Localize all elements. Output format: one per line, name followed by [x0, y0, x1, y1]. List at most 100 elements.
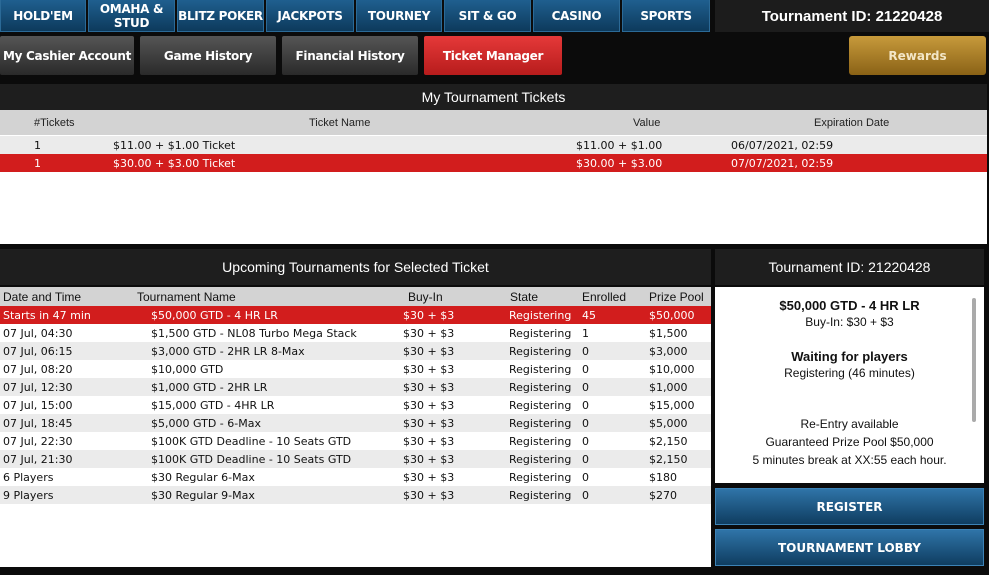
- detail-break-info: 5 minutes break at XX:55 each hour.: [752, 453, 947, 467]
- tournament-enrolled: 0: [582, 416, 589, 430]
- upcoming-panel-title: Upcoming Tournaments for Selected Ticket: [0, 249, 711, 285]
- tournament-prize-pool: $50,000: [649, 308, 695, 322]
- tournament-date-time: 07 Jul, 04:30: [3, 326, 73, 340]
- tournament-name: $1,500 GTD - NL08 Turbo Mega Stack: [151, 326, 357, 340]
- detail-scrollbar[interactable]: [972, 298, 976, 422]
- tournament-enrolled: 0: [582, 434, 589, 448]
- tournament-buy-in: $30 + $3: [403, 416, 455, 430]
- tournament-name: $30 Regular 9-Max: [151, 488, 255, 502]
- detail-status-title: Waiting for players: [791, 349, 908, 364]
- ticket-row-selected[interactable]: 1 $30.00 + $3.00 Ticket $30.00 + $3.00 0…: [0, 154, 987, 172]
- rewards-button[interactable]: Rewards: [849, 36, 986, 75]
- tournament-prize-pool: $180: [649, 470, 677, 484]
- tournament-state: Registering: [509, 344, 572, 358]
- tab-blitz-poker[interactable]: BLITZ POKER: [177, 0, 264, 32]
- detail-guaranteed-prize: Guaranteed Prize Pool $50,000: [765, 435, 934, 449]
- tournament-enrolled: 45: [582, 308, 596, 322]
- tournament-state: Registering: [509, 470, 572, 484]
- ticket-row[interactable]: 1 $11.00 + $1.00 Ticket $11.00 + $1.00 0…: [0, 136, 987, 154]
- tournament-buy-in: $30 + $3: [403, 362, 455, 376]
- col-header-state: State: [510, 289, 539, 304]
- detail-reentry: Re-Entry available: [800, 417, 899, 431]
- tickets-panel-title: My Tournament Tickets: [0, 84, 987, 110]
- tournament-enrolled: 0: [582, 398, 589, 412]
- col-header-enrolled: Enrolled: [582, 289, 627, 304]
- ticket-manager-button[interactable]: Ticket Manager: [424, 36, 562, 75]
- tournament-state: Registering: [509, 398, 572, 412]
- tournament-prize-pool: $15,000: [649, 398, 695, 412]
- tournament-row[interactable]: 6 Players $30 Regular 6-Max $30 + $3 Regist…: [0, 468, 711, 486]
- tournament-name: $5,000 GTD - 6-Max: [151, 416, 261, 430]
- upcoming-tournaments-table: Date and Time Tournament Name Buy-In Sta…: [0, 287, 711, 567]
- tournament-enrolled: 0: [582, 362, 589, 376]
- tournament-date-time: 07 Jul, 12:30: [3, 380, 73, 394]
- tournament-prize-pool: $1,000: [649, 380, 688, 394]
- ticket-expiration: 07/07/2021, 02:59: [731, 156, 834, 170]
- tab-omaha-stud[interactable]: OMAHA & STUD: [88, 0, 175, 32]
- col-header-value: Value: [633, 116, 661, 129]
- tickets-table: #Tickets Ticket Name Value Expiration Da…: [0, 110, 987, 244]
- tournament-row[interactable]: 07 Jul, 18:45 $5,000 GTD - 6-Max $30 + $3 R…: [0, 414, 711, 432]
- tournament-name: $50,000 GTD - 4 HR LR: [151, 308, 278, 322]
- tournament-row[interactable]: 07 Jul, 12:30 $1,000 GTD - 2HR LR $30 + $3…: [0, 378, 711, 396]
- tournament-state: Registering: [509, 452, 572, 466]
- tournament-date-time: 9 Players: [3, 488, 54, 502]
- col-header-expiration: Expiration Date: [814, 116, 890, 129]
- tab-holdem[interactable]: HOLD'EM: [0, 0, 86, 32]
- ticket-expiration: 06/07/2021, 02:59: [731, 138, 834, 152]
- tournament-row[interactable]: 07 Jul, 22:30 $100K GTD Deadline - 10 Sea…: [0, 432, 711, 450]
- ticket-value: $30.00 + $3.00: [576, 156, 663, 170]
- tournament-name: $100K GTD Deadline - 10 Seats GTD: [151, 452, 352, 466]
- tab-jackpots[interactable]: JACKPOTS: [266, 0, 354, 32]
- tournament-date-time: Starts in 47 min: [3, 308, 91, 322]
- tab-sports[interactable]: SPORTS: [622, 0, 710, 32]
- tournament-row[interactable]: 07 Jul, 21:30 $100K GTD Deadline - 10 Sea…: [0, 450, 711, 468]
- tournament-buy-in: $30 + $3: [403, 308, 455, 322]
- tournament-enrolled: 0: [582, 380, 589, 394]
- tournament-lobby-button[interactable]: TOURNAMENT LOBBY: [715, 529, 984, 566]
- tournament-date-time: 07 Jul, 22:30: [3, 434, 73, 448]
- tournament-prize-pool: $2,150: [649, 434, 688, 448]
- tournament-row[interactable]: 07 Jul, 06:15 $3,000 GTD - 2HR LR 8-Max $3…: [0, 342, 711, 360]
- detail-panel-title: Tournament ID: 21220428: [715, 249, 984, 285]
- tournament-buy-in: $30 + $3: [403, 398, 455, 412]
- tournament-date-time: 6 Players: [3, 470, 54, 484]
- tab-casino[interactable]: CASINO: [533, 0, 620, 32]
- tournament-name: $10,000 GTD: [151, 362, 224, 376]
- detail-buy-in: Buy-In: $30 + $3: [805, 315, 894, 329]
- ticket-value: $11.00 + $1.00: [576, 138, 663, 152]
- tournament-row[interactable]: 07 Jul, 15:00 $15,000 GTD - 4HR LR $30 + $…: [0, 396, 711, 414]
- tournament-row[interactable]: 9 Players $30 Regular 9-Max $30 + $3 Regist…: [0, 486, 711, 504]
- tournament-enrolled: 1: [582, 326, 589, 340]
- tournament-prize-pool: $3,000: [649, 344, 688, 358]
- tournament-enrolled: 0: [582, 452, 589, 466]
- tournament-buy-in: $30 + $3: [403, 434, 455, 448]
- tournament-prize-pool: $270: [649, 488, 677, 502]
- tournament-date-time: 07 Jul, 18:45: [3, 416, 73, 430]
- tournament-date-time: 07 Jul, 21:30: [3, 452, 73, 466]
- col-header-buy-in: Buy-In: [408, 289, 443, 304]
- detail-status-line: Registering (46 minutes): [784, 366, 915, 380]
- tournament-state: Registering: [509, 488, 572, 502]
- col-header-prize-pool: Prize Pool: [649, 289, 704, 304]
- register-button[interactable]: REGISTER: [715, 488, 984, 525]
- tournament-row[interactable]: 07 Jul, 04:30 $1,500 GTD - NL08 Turbo Meg…: [0, 324, 711, 342]
- tournament-state: Registering: [509, 434, 572, 448]
- tournament-row[interactable]: 07 Jul, 08:20 $10,000 GTD $30 + $3 Register…: [0, 360, 711, 378]
- tournament-row-selected[interactable]: Starts in 47 min $50,000 GTD - 4 HR LR $30…: [0, 306, 711, 324]
- tab-sit-and-go[interactable]: SIT & GO: [444, 0, 531, 32]
- tournament-date-time: 07 Jul, 15:00: [3, 398, 73, 412]
- tournament-state: Registering: [509, 416, 572, 430]
- tournament-buy-in: $30 + $3: [403, 326, 455, 340]
- tournament-name: $15,000 GTD - 4HR LR: [151, 398, 275, 412]
- tab-tourney[interactable]: TOURNEY: [356, 0, 442, 32]
- financial-history-button[interactable]: Financial History: [282, 36, 418, 75]
- tournament-buy-in: $30 + $3: [403, 344, 455, 358]
- game-history-button[interactable]: Game History: [140, 36, 276, 75]
- tournament-name: $1,000 GTD - 2HR LR: [151, 380, 268, 394]
- my-cashier-account-button[interactable]: My Cashier Account: [0, 36, 134, 75]
- tournament-prize-pool: $5,000: [649, 416, 688, 430]
- tournament-state: Registering: [509, 362, 572, 376]
- tournament-prize-pool: $2,150: [649, 452, 688, 466]
- tournament-state: Registering: [509, 326, 572, 340]
